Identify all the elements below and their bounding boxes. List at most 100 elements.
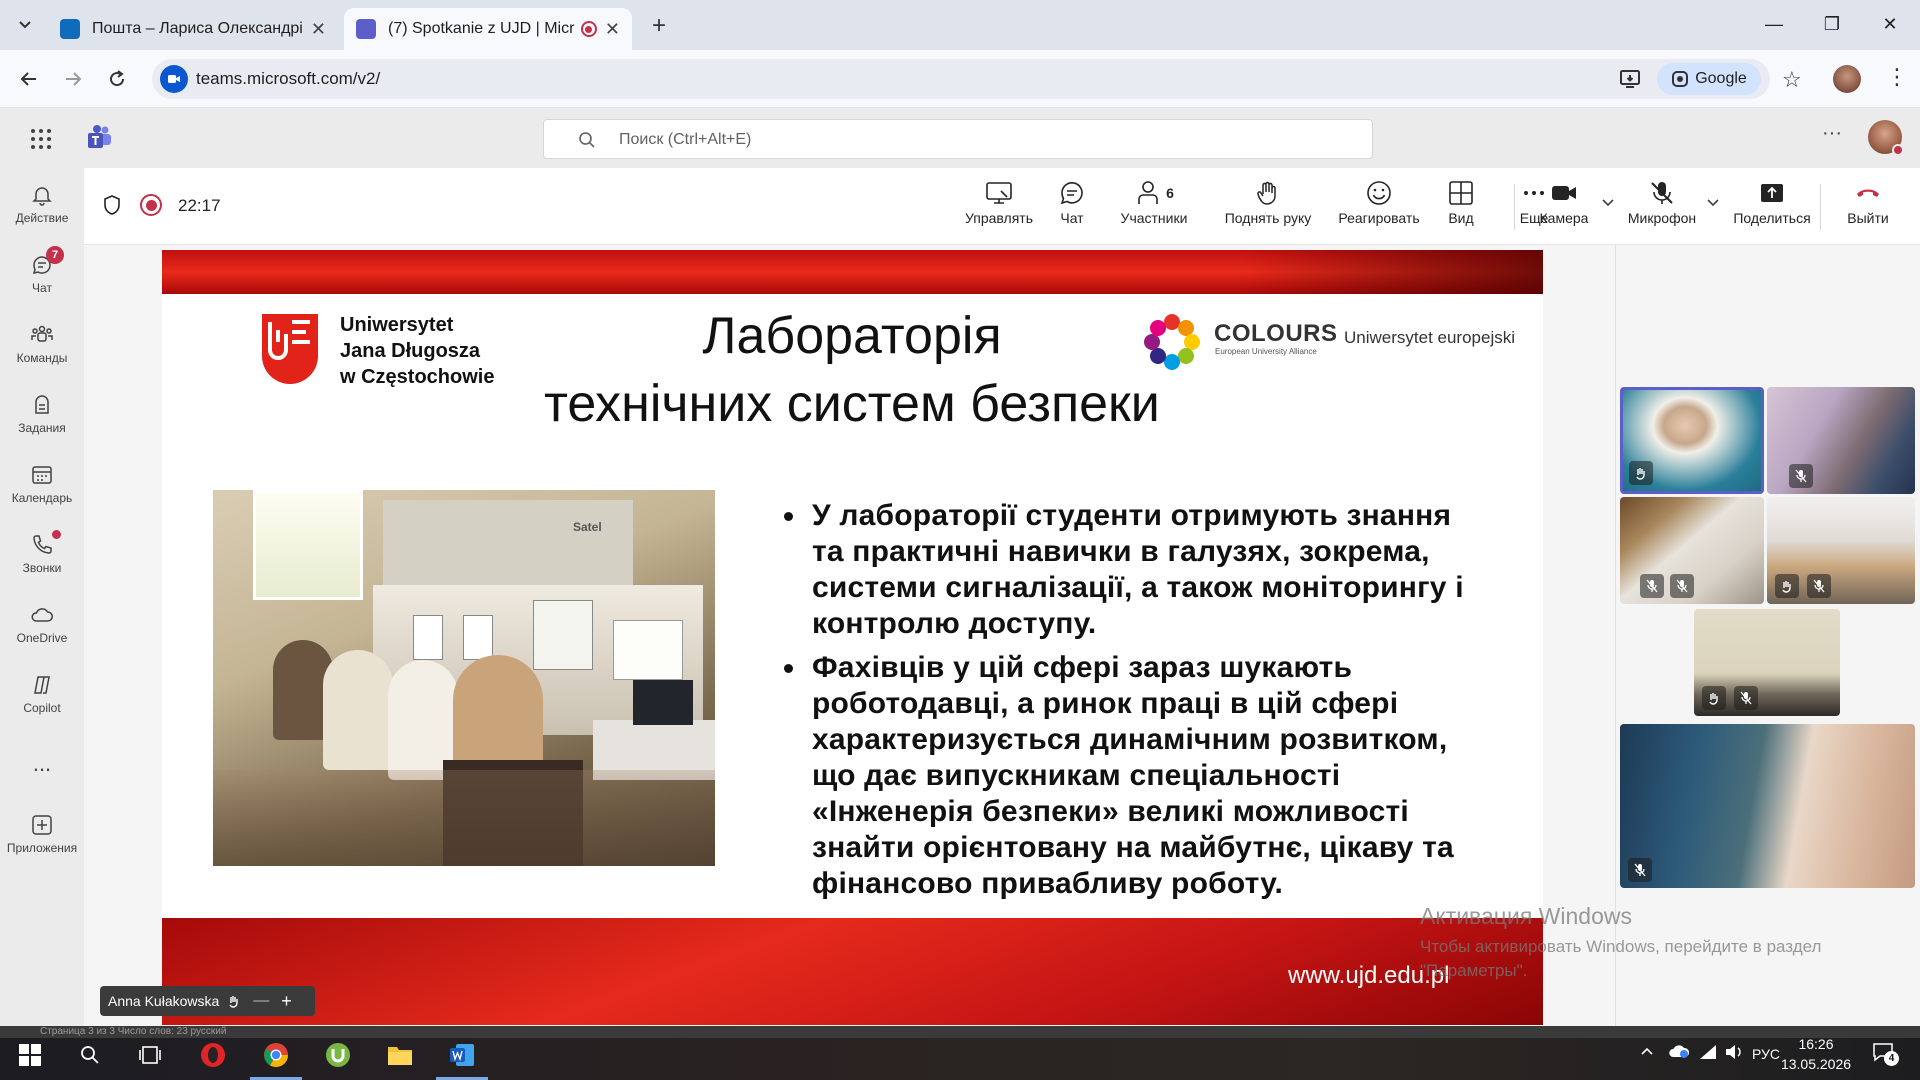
- browser-profile-avatar[interactable]: [1833, 65, 1861, 93]
- chat-button[interactable]: Чат: [1042, 180, 1102, 240]
- taskbar-app-utorrent[interactable]: [308, 1030, 368, 1080]
- user-avatar[interactable]: [1868, 120, 1904, 156]
- bullet-line: Фахівців у цій сфері зараз шукають: [812, 651, 1353, 684]
- rail-item-chat[interactable]: Чат 7: [0, 242, 84, 306]
- minimize-button[interactable]: —: [1745, 0, 1803, 48]
- bullet-line: У лабораторії студенти отримують знання: [812, 499, 1452, 532]
- onedrive-tray-icon[interactable]: [1668, 1043, 1690, 1059]
- clock[interactable]: 16:26 13.05.2026: [1776, 1034, 1856, 1074]
- video-tile-participant[interactable]: [1767, 387, 1915, 494]
- share-label: Поделиться: [1733, 210, 1811, 226]
- leave-button[interactable]: Выйти: [1828, 180, 1908, 240]
- recording-indicator-icon[interactable]: [140, 194, 162, 216]
- bell-icon: [32, 187, 52, 206]
- app-launcher-icon[interactable]: [30, 128, 52, 150]
- forward-button[interactable]: [58, 64, 88, 94]
- rail-item-activity[interactable]: Действие: [0, 172, 84, 236]
- mic-options-chevron-icon[interactable]: [1706, 198, 1720, 208]
- search-input[interactable]: Поиск (Ctrl+Alt+E): [543, 119, 1373, 159]
- manage-button[interactable]: Управлять: [958, 180, 1040, 240]
- close-window-button[interactable]: ✕: [1861, 0, 1919, 48]
- bullet-line: та практичні навички в галузях, зокрема,: [812, 535, 1430, 568]
- photo-monitor: [633, 680, 693, 725]
- rail-label: Copilot: [23, 701, 61, 715]
- share-button[interactable]: Поделиться: [1730, 180, 1814, 240]
- taskbar-search-button[interactable]: [60, 1030, 120, 1080]
- start-button[interactable]: [0, 1030, 60, 1080]
- tab-teams[interactable]: (7) Spotkanie z UJD | Microsoft Teams ✕: [344, 8, 632, 50]
- rail-label: Команды: [16, 351, 68, 365]
- rail-item-copilot[interactable]: Copilot: [0, 662, 84, 726]
- rail-item-calendar[interactable]: Календарь: [0, 452, 84, 516]
- install-app-icon[interactable]: [1618, 67, 1642, 91]
- bullet-line: системи сигналізації, а також моніторинг…: [812, 571, 1464, 604]
- tab-mail[interactable]: Пошта – Лариса Олександрівна ✕: [48, 8, 338, 50]
- microphone-button[interactable]: Микрофон: [1622, 180, 1702, 240]
- view-button[interactable]: Вид: [1436, 180, 1486, 240]
- notification-center-button[interactable]: 4: [1872, 1042, 1899, 1066]
- calls-icon: [33, 535, 52, 554]
- new-tab-button[interactable]: +: [652, 12, 666, 40]
- raise-hand-button[interactable]: Поднять руку: [1208, 180, 1328, 240]
- taskbar-app-chrome[interactable]: [246, 1030, 306, 1080]
- bookmark-star-icon[interactable]: ☆: [1782, 67, 1802, 93]
- taskbar-app-explorer[interactable]: [370, 1030, 430, 1080]
- bullet-line: «Інженерія безпеки» великі можливості: [812, 795, 1409, 828]
- rail-item-calls[interactable]: Звонки: [0, 522, 84, 586]
- browser-menu-icon[interactable]: ⋮: [1886, 64, 1908, 90]
- shield-icon[interactable]: [102, 194, 122, 216]
- rail-item-assignments[interactable]: Задания: [0, 382, 84, 446]
- video-tile-participant[interactable]: [1767, 497, 1915, 604]
- mic-muted-icon: [1670, 574, 1694, 598]
- address-bar[interactable]: teams.microsoft.com/v2/ Google ☆: [152, 59, 1802, 99]
- shared-slide: Uniwersytet Jana Długosza w Częstochowie…: [162, 250, 1543, 1025]
- activation-watermark-text: Чтобы активировать Windows, перейдите в …: [1420, 937, 1822, 980]
- colours-subtitle: European University Alliance: [1215, 347, 1317, 356]
- teams-icon: [31, 325, 53, 342]
- close-tab-icon[interactable]: ✕: [605, 19, 620, 40]
- presenter-name-tag: Anna Kułakowska — +: [100, 986, 315, 1016]
- more-icon: ...: [32, 751, 52, 776]
- tray-chevron-icon[interactable]: [1640, 1046, 1654, 1056]
- video-tile-speaker[interactable]: [1620, 387, 1764, 494]
- settings-more-icon[interactable]: ···: [1822, 122, 1842, 145]
- photo-poster-text: Satel: [573, 520, 602, 534]
- reload-button[interactable]: [102, 64, 132, 94]
- volume-icon[interactable]: [1724, 1044, 1744, 1060]
- network-icon[interactable]: [1698, 1044, 1718, 1060]
- tab-search-chevron-icon[interactable]: [12, 12, 38, 38]
- zoom-in-button[interactable]: +: [281, 991, 292, 1012]
- outlook-icon: [60, 19, 80, 39]
- search-placeholder: Поиск (Ctrl+Alt+E): [619, 131, 752, 148]
- camera-options-chevron-icon[interactable]: [1601, 198, 1615, 208]
- left-rail: Действие Чат 7 Команды Задания Календарь…: [0, 168, 84, 1030]
- toolbar-divider: [1820, 184, 1821, 230]
- bullet-list: У лабораторії студенти отримують знання …: [780, 498, 1500, 902]
- meeting-timer: 22:17: [178, 196, 221, 215]
- close-tab-icon[interactable]: ✕: [311, 19, 326, 40]
- zoom-out-button[interactable]: —: [253, 992, 269, 1010]
- restore-button[interactable]: ❐: [1803, 0, 1861, 48]
- chat-label: Чат: [1060, 210, 1084, 226]
- taskbar-app-opera[interactable]: [183, 1030, 243, 1080]
- slide-title-line: технічних систем безпеки: [544, 375, 1160, 433]
- video-tile-participant[interactable]: [1620, 724, 1915, 888]
- photo-device: [463, 615, 493, 660]
- taskbar-app-word[interactable]: [432, 1030, 492, 1080]
- video-tile-participant[interactable]: [1620, 497, 1764, 604]
- google-lens-button[interactable]: Google: [1657, 63, 1761, 95]
- task-view-button[interactable]: [120, 1030, 180, 1080]
- rail-item-apps[interactable]: Приложения: [0, 802, 84, 866]
- participants-count: 6: [1166, 185, 1174, 201]
- rail-item-more[interactable]: ...: [0, 732, 84, 796]
- camera-button[interactable]: Камера: [1530, 180, 1598, 240]
- rail-item-teams[interactable]: Команды: [0, 312, 84, 376]
- video-tile-participant[interactable]: [1694, 609, 1840, 716]
- back-button[interactable]: [14, 64, 44, 94]
- university-line: Jana Długosza: [340, 340, 481, 362]
- site-info-icon[interactable]: [160, 65, 188, 93]
- participants-button[interactable]: 6 Участники: [1104, 180, 1204, 240]
- react-button[interactable]: Реагировать: [1324, 180, 1434, 240]
- university-line: w Częstochowie: [340, 366, 495, 388]
- rail-item-onedrive[interactable]: OneDrive: [0, 592, 84, 656]
